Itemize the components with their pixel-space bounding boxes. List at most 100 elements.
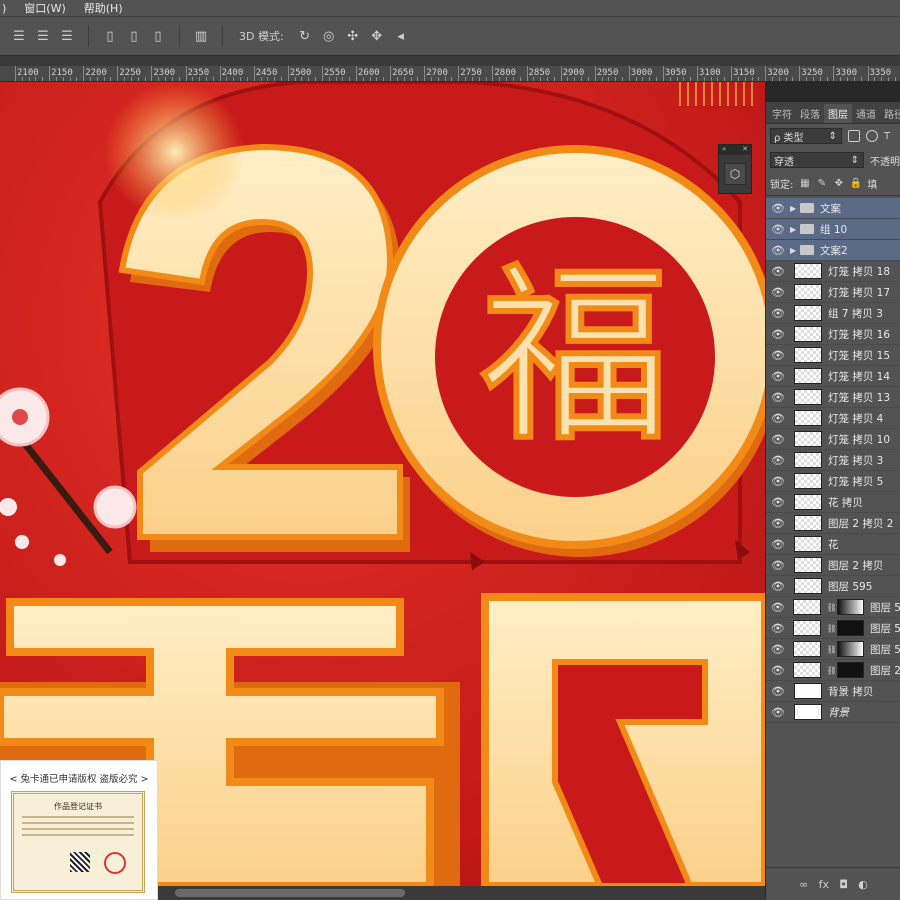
visibility-eye-icon[interactable]: 👁 <box>766 286 790 299</box>
3d-slide-icon[interactable]: ✥ <box>368 27 386 45</box>
3d-rotate-icon[interactable]: ↻ <box>296 27 314 45</box>
visibility-eye-icon[interactable]: 👁 <box>766 454 790 467</box>
distribute-icon[interactable]: ▥ <box>192 27 210 45</box>
tab-paragraph[interactable]: 段落 <box>796 104 824 123</box>
menu-item-help[interactable]: 帮助(H) <box>75 0 132 16</box>
align-right-icon[interactable]: ▯ <box>149 27 167 45</box>
expand-arrow-icon[interactable]: ▶ <box>790 246 800 255</box>
layer-row[interactable]: 👁 花 <box>766 534 900 555</box>
visibility-eye-icon[interactable]: 👁 <box>766 412 790 425</box>
layer-row[interactable]: 👁 ⛓ 图层 2 <box>766 660 900 681</box>
collapse-icon[interactable]: » <box>722 145 726 155</box>
visibility-eye-icon[interactable]: 👁 <box>766 307 790 320</box>
layer-row[interactable]: 👁 图层 595 <box>766 576 900 597</box>
adjustment-layer-icon[interactable]: ◐ <box>858 878 868 891</box>
layer-row[interactable]: 👁 灯笼 拷贝 16 <box>766 324 900 345</box>
visibility-eye-icon[interactable]: 👁 <box>766 349 790 362</box>
tab-paths[interactable]: 路径 <box>880 104 900 123</box>
mask-link-icon[interactable]: ⛓ <box>827 624 837 633</box>
3d-scale-icon[interactable]: ◂ <box>392 27 410 45</box>
visibility-eye-icon[interactable]: 👁 <box>766 496 790 509</box>
layer-row[interactable]: 👁 图层 2 拷贝 2 <box>766 513 900 534</box>
layer-row[interactable]: 👁 背景 <box>766 702 900 723</box>
align-left-icon[interactable]: ▯ <box>101 27 119 45</box>
fx-icon[interactable]: fx <box>819 878 829 891</box>
visibility-eye-icon[interactable]: 👁 <box>766 244 790 257</box>
layer-row[interactable]: 👁 ▶ 文案2 <box>766 240 900 261</box>
layer-mask-thumbnail[interactable] <box>836 641 864 657</box>
align-hcenter-icon[interactable]: ▯ <box>125 27 143 45</box>
close-icon[interactable]: ✕ <box>742 145 748 155</box>
visibility-eye-icon[interactable]: 👁 <box>766 538 790 551</box>
visibility-eye-icon[interactable]: 👁 <box>766 328 790 341</box>
layer-row[interactable]: 👁 灯笼 拷贝 4 <box>766 408 900 429</box>
layer-thumbnail <box>794 494 822 510</box>
tab-layers[interactable]: 图层 <box>824 104 852 123</box>
visibility-eye-icon[interactable]: 👁 <box>766 517 790 530</box>
layer-row[interactable]: 👁 ⛓ 图层 5 <box>766 618 900 639</box>
3d-roll-icon[interactable]: ◎ <box>320 27 338 45</box>
visibility-eye-icon[interactable]: 👁 <box>766 559 790 572</box>
align-bottom-icon[interactable]: ☰ <box>58 27 76 45</box>
layer-row[interactable]: 👁 ⛓ 图层 5 <box>766 597 900 618</box>
visibility-eye-icon[interactable]: 👁 <box>766 433 790 446</box>
layer-row[interactable]: 👁 灯笼 拷贝 5 <box>766 471 900 492</box>
layer-row[interactable]: 👁 灯笼 拷贝 17 <box>766 282 900 303</box>
mask-link-icon[interactable]: ⛓ <box>827 666 837 675</box>
visibility-eye-icon[interactable]: 👁 <box>766 265 790 278</box>
layer-row[interactable]: 👁 灯笼 拷贝 10 <box>766 429 900 450</box>
menu-item-window[interactable]: 窗口(W) <box>15 0 74 16</box>
tab-channels[interactable]: 通道 <box>852 104 880 123</box>
tab-character[interactable]: 字符 <box>768 104 796 123</box>
visibility-eye-icon[interactable]: 👁 <box>766 223 790 236</box>
visibility-eye-icon[interactable]: 👁 <box>766 706 790 719</box>
layer-row[interactable]: 👁 背景 拷贝 <box>766 681 900 702</box>
visibility-eye-icon[interactable]: 👁 <box>766 601 789 614</box>
layer-row[interactable]: 👁 ▶ 文案 <box>766 198 900 219</box>
3d-pan-icon[interactable]: ✣ <box>344 27 362 45</box>
lock-position-icon[interactable]: ✥ <box>833 178 844 189</box>
lock-transparency-icon[interactable]: ▦ <box>799 178 810 189</box>
visibility-eye-icon[interactable]: 👁 <box>766 622 789 635</box>
lock-paint-icon[interactable]: ✎ <box>816 178 827 189</box>
layer-row[interactable]: 👁 灯笼 拷贝 13 <box>766 387 900 408</box>
visibility-eye-icon[interactable]: 👁 <box>766 202 790 215</box>
floating-mini-panel[interactable]: » ✕ ⬡ <box>718 144 752 194</box>
align-top-icon[interactable]: ☰ <box>10 27 28 45</box>
layer-row[interactable]: 👁 灯笼 拷贝 18 <box>766 261 900 282</box>
blend-mode-select[interactable]: 穿透 ⇕ <box>770 152 864 168</box>
layer-mask-thumbnail[interactable] <box>836 620 864 636</box>
type-filter-icon[interactable]: T <box>884 131 890 142</box>
scrollbar-thumb[interactable] <box>175 889 405 897</box>
add-mask-icon[interactable]: ◘ <box>839 878 848 891</box>
layer-row[interactable]: 👁 组 7 拷贝 3 <box>766 303 900 324</box>
layer-mask-thumbnail[interactable] <box>836 662 864 678</box>
expand-arrow-icon[interactable]: ▶ <box>790 204 800 213</box>
image-filter-icon[interactable] <box>848 130 860 142</box>
lock-all-icon[interactable]: 🔒 <box>850 178 862 189</box>
align-vcenter-icon[interactable]: ☰ <box>34 27 52 45</box>
mask-link-icon[interactable]: ⛓ <box>827 603 837 612</box>
visibility-eye-icon[interactable]: 👁 <box>766 391 790 404</box>
3d-cube-icon[interactable]: ⬡ <box>724 163 746 185</box>
layer-row[interactable]: 👁 灯笼 拷贝 3 <box>766 450 900 471</box>
layer-row[interactable]: 👁 花 拷贝 <box>766 492 900 513</box>
layer-row[interactable]: 👁 图层 2 拷贝 <box>766 555 900 576</box>
visibility-eye-icon[interactable]: 👁 <box>766 580 790 593</box>
layer-row[interactable]: 👁 灯笼 拷贝 15 <box>766 345 900 366</box>
layer-row[interactable]: 👁 ⛓ 图层 5 <box>766 639 900 660</box>
visibility-eye-icon[interactable]: 👁 <box>766 664 789 677</box>
visibility-eye-icon[interactable]: 👁 <box>766 370 790 383</box>
mask-link-icon[interactable]: ⛓ <box>827 645 837 654</box>
menu-item-partial[interactable]: ) <box>0 2 15 15</box>
visibility-eye-icon[interactable]: 👁 <box>766 643 789 656</box>
visibility-eye-icon[interactable]: 👁 <box>766 475 790 488</box>
layer-filter-select[interactable]: ρ 类型 ⇕ <box>770 128 842 144</box>
expand-arrow-icon[interactable]: ▶ <box>790 225 800 234</box>
layer-mask-thumbnail[interactable] <box>836 599 864 615</box>
visibility-eye-icon[interactable]: 👁 <box>766 685 790 698</box>
adjustment-filter-icon[interactable] <box>866 130 878 142</box>
layer-row[interactable]: 👁 灯笼 拷贝 14 <box>766 366 900 387</box>
layer-row[interactable]: 👁 ▶ 组 10 <box>766 219 900 240</box>
link-layers-icon[interactable]: ∞ <box>799 878 808 891</box>
